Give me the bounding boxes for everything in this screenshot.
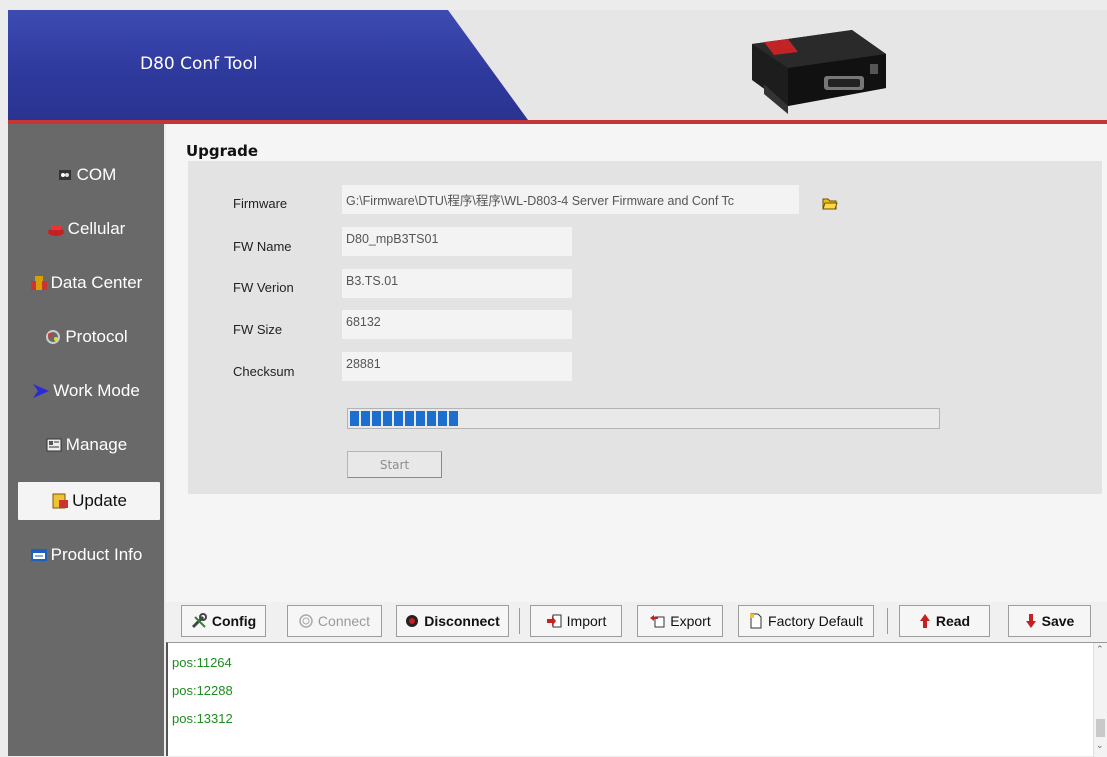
start-button[interactable]: Start bbox=[347, 451, 442, 478]
arrow-icon bbox=[32, 383, 50, 399]
fw-version-field[interactable]: B3.TS.01 bbox=[342, 269, 572, 298]
config-button[interactable]: Config bbox=[181, 605, 266, 637]
sidebar-item-label: Cellular bbox=[67, 219, 126, 238]
scroll-thumb[interactable] bbox=[1096, 719, 1105, 737]
export-button[interactable]: Export bbox=[637, 605, 723, 637]
disconnect-button[interactable]: Disconnect bbox=[396, 605, 509, 637]
sidebar-item-product-info[interactable]: Product Info bbox=[8, 535, 164, 575]
checksum-field[interactable]: 28881 bbox=[342, 352, 572, 381]
log-line: pos:13312 bbox=[172, 711, 233, 726]
progress-segment bbox=[361, 411, 370, 426]
log-line: pos:11264 bbox=[172, 655, 232, 670]
sidebar-item-cellular[interactable]: Cellular bbox=[8, 209, 164, 249]
header-banner bbox=[8, 10, 528, 120]
progress-segment bbox=[372, 411, 381, 426]
arrow-down-icon bbox=[1025, 614, 1036, 628]
sidebar-item-label: Data Center bbox=[50, 273, 143, 292]
progress-segment bbox=[416, 411, 425, 426]
progress-segment bbox=[449, 411, 458, 426]
sidebar-item-label: Manage bbox=[65, 435, 128, 454]
fw-size-label: FW Size bbox=[233, 322, 283, 337]
fw-version-label: FW Verion bbox=[233, 280, 294, 295]
log-line: pos:12288 bbox=[172, 683, 233, 698]
connect-button[interactable]: Connect bbox=[287, 605, 382, 637]
sidebar-item-data-center[interactable]: Data Center bbox=[8, 263, 164, 303]
sidebar-item-label: Work Mode bbox=[53, 381, 140, 400]
app-header: D80 Conf Tool bbox=[8, 10, 1107, 120]
import-icon bbox=[546, 614, 562, 628]
sidebar: COM Cellular Data Center Protocol Work M… bbox=[8, 124, 164, 756]
sidebar-item-label: Update bbox=[72, 491, 127, 510]
sidebar-item-update[interactable]: Update bbox=[18, 482, 160, 520]
open-folder-icon[interactable] bbox=[822, 196, 838, 210]
sidebar-item-label: Product Info bbox=[50, 545, 143, 564]
read-button[interactable]: Read bbox=[899, 605, 990, 637]
upgrade-panel: Firmware G:\Firmware\DTU\程序\程序\WL-D803-4… bbox=[188, 161, 1102, 494]
protocol-icon bbox=[44, 329, 62, 345]
progress-segment bbox=[438, 411, 447, 426]
update-icon bbox=[51, 493, 69, 509]
toolbar: Config Connect Disconnect Import Export … bbox=[166, 602, 1107, 642]
sidebar-item-protocol[interactable]: Protocol bbox=[8, 317, 164, 357]
progress-segment bbox=[427, 411, 436, 426]
scroll-up-icon[interactable]: ⌃ bbox=[1096, 645, 1104, 655]
progress-segment bbox=[350, 411, 359, 426]
fw-name-label: FW Name bbox=[233, 239, 292, 254]
connect-icon bbox=[299, 614, 313, 628]
sidebar-item-com[interactable]: COM bbox=[8, 155, 164, 195]
fw-name-field[interactable]: D80_mpB3TS01 bbox=[342, 227, 572, 256]
manage-icon bbox=[45, 437, 63, 453]
info-icon bbox=[30, 547, 48, 563]
main-panel: Upgrade Firmware G:\Firmware\DTU\程序\程序\W… bbox=[166, 124, 1107, 602]
section-title: Upgrade bbox=[186, 142, 259, 160]
save-button[interactable]: Save bbox=[1008, 605, 1091, 637]
upgrade-progress-bar bbox=[347, 408, 940, 429]
export-icon bbox=[650, 615, 665, 628]
firmware-label: Firmware bbox=[233, 196, 288, 211]
arrow-up-icon bbox=[919, 614, 930, 628]
sidebar-item-work-mode[interactable]: Work Mode bbox=[8, 371, 164, 411]
disconnect-icon bbox=[406, 615, 419, 627]
server-icon bbox=[30, 275, 48, 291]
log-scrollbar[interactable]: ⌃ ⌄ bbox=[1093, 643, 1107, 757]
sidebar-item-label: COM bbox=[76, 165, 117, 184]
sidebar-item-label: Protocol bbox=[65, 327, 128, 346]
fw-size-field[interactable]: 68132 bbox=[342, 310, 572, 339]
phone-icon bbox=[47, 221, 65, 237]
sidebar-item-manage[interactable]: Manage bbox=[8, 425, 164, 465]
tools-icon bbox=[191, 613, 207, 629]
checksum-label: Checksum bbox=[233, 364, 295, 379]
factory-default-button[interactable]: Factory Default bbox=[738, 605, 874, 637]
app-title: D80 Conf Tool bbox=[140, 54, 258, 74]
firmware-path-field[interactable]: G:\Firmware\DTU\程序\程序\WL-D803-4 Server F… bbox=[342, 185, 799, 214]
device-image bbox=[752, 30, 886, 114]
toolbar-separator bbox=[887, 608, 888, 634]
com-port-icon bbox=[56, 167, 74, 183]
progress-segment bbox=[394, 411, 403, 426]
progress-segment bbox=[405, 411, 414, 426]
import-button[interactable]: Import bbox=[530, 605, 622, 637]
scroll-down-icon[interactable]: ⌄ bbox=[1096, 741, 1104, 751]
document-icon bbox=[750, 613, 762, 629]
toolbar-separator bbox=[519, 608, 520, 634]
progress-segment bbox=[383, 411, 392, 426]
log-output[interactable]: pos:11264 pos:12288 pos:13312 ⌃ ⌄ bbox=[166, 642, 1107, 757]
